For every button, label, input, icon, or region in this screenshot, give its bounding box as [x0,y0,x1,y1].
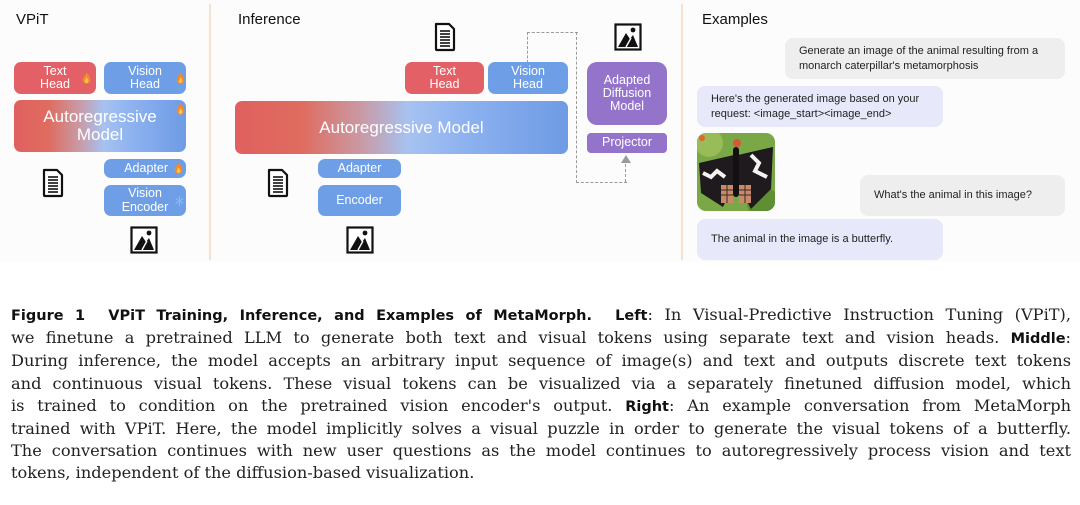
panel-title-inference: Inference [238,11,301,28]
dashed-connector [625,164,626,182]
projector-box: Projector [587,133,667,153]
flame-icon [176,72,185,84]
adapter-box: Adapter [318,159,401,178]
caption-right-label: Right [625,398,669,415]
image-icon [346,226,374,254]
caption-text: : [1065,328,1071,348]
caption-text: The conversation continues with new user… [11,441,1071,461]
figure-title: VPiT Training, Inference, and Examples o… [108,308,592,324]
document-icon [266,168,290,198]
document-icon [433,22,457,52]
image-icon [614,23,642,51]
panel-divider [681,4,683,260]
autoregressive-model-box: Autoregressive Model [235,101,568,154]
flame-icon [82,72,91,84]
caption-text: and continuous visual tokens. These visu… [11,373,1071,393]
caption-text: : An example conversation from MetaMorph [668,395,1071,415]
vision-head-box: Vision Head [488,62,568,94]
chat-message-user: What's the animal in this image? [860,175,1065,216]
caption-left-label: Left [615,308,648,324]
adapted-diffusion-model-box: Adapted Diffusion Model [587,62,667,125]
image-icon [130,226,158,254]
arrow-head-icon [621,155,631,163]
panel-divider [209,4,211,260]
caption-text: tokens, independent of the diffusion-bas… [11,463,475,483]
dashed-connector [527,32,578,63]
caption-text: : In Visual-Predictive Instruction Tunin… [647,305,1072,324]
chat-message-assistant: The animal in the image is a butterfly. [697,219,943,260]
vision-encoder-box: Vision Encoder [104,185,186,216]
caption-text: is trained to condition on the pretraine… [11,395,613,415]
caption-text: trained with VPiT. Here, the model impli… [11,419,1071,439]
chat-message-user: Generate an image of the animal resultin… [785,38,1065,79]
snowflake-icon [175,195,184,207]
caption-text: we finetune a pretrained LLM to generate… [11,328,1000,348]
panel-title-vpit: VPiT [16,11,49,28]
figure-label: Figure 1 [11,308,86,324]
flame-icon [174,162,183,174]
flame-icon [176,103,185,115]
figure-diagram: VPiT Text Head Vision Head Autoregressiv… [0,0,1080,262]
butterfly-image [697,133,775,211]
vision-head-box: Vision Head [104,62,186,94]
chat-message-assistant: Here's the generated image based on your… [697,86,943,127]
encoder-box: Encoder [318,185,401,216]
autoregressive-model-box: Autoregressive Model [14,100,186,152]
text-head-box: Text Head [405,62,484,94]
document-icon [41,168,65,198]
panel-title-examples: Examples [702,11,768,28]
figure-caption: Figure 1 VPiT Training, Inference, and E… [11,304,1071,485]
caption-text: During inference, the model accepts an a… [11,351,1071,371]
caption-middle-label: Middle [1010,331,1066,348]
